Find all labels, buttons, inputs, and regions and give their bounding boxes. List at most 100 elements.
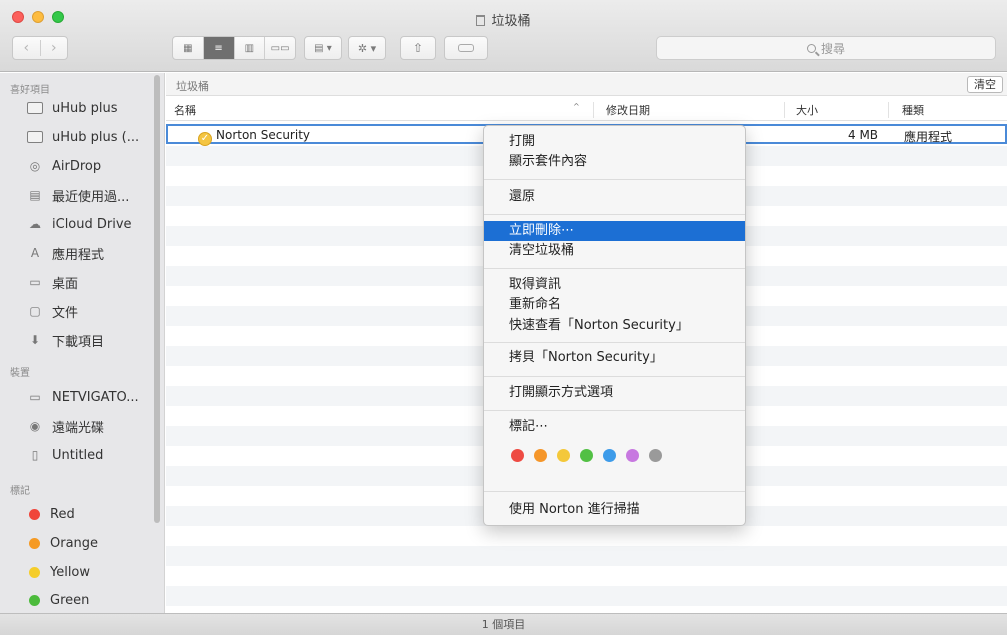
documents-icon: ▢	[29, 304, 41, 318]
drive-icon: ▯	[31, 448, 39, 462]
menu-item-rename[interactable]: 重新命名	[484, 295, 745, 315]
sidebar-item-label: Untitled	[52, 447, 104, 463]
downloads-icon: ⬇	[29, 333, 41, 347]
column-header-size[interactable]: 大小	[796, 102, 818, 118]
menu-separator	[484, 179, 745, 180]
column-header-modified[interactable]: 修改日期	[606, 102, 650, 118]
table-row	[166, 586, 1007, 606]
gray-tag-dot[interactable]	[649, 449, 662, 462]
menu-item-copy[interactable]: 拷貝「Norton Security」	[484, 348, 745, 368]
sidebar-item-label: 應用程式	[52, 247, 105, 263]
menu-item-open[interactable]: 打開	[484, 132, 745, 152]
recents-icon: ▤	[29, 188, 41, 202]
toolbar: 垃圾桶 ‹ › ▦ ≡ ▥ ▭▭ ▤ ▾ ✲ ▾ ⇧ 搜尋	[0, 0, 1007, 72]
disc-icon: ◉	[29, 419, 41, 433]
tag-button[interactable]	[444, 36, 488, 60]
sidebar-item-airdrop[interactable]: ◎ AirDrop	[26, 155, 154, 177]
sidebar-item-tag-orange[interactable]: Orange	[26, 532, 154, 554]
sidebar-item-label: 最近使用過...	[52, 189, 130, 205]
sidebar-item-label: NETVIGATO...	[52, 389, 139, 405]
sidebar: 喜好項目 uHub plus uHub plus (... ◎ AirDrop …	[0, 73, 165, 613]
sidebar-item-label: uHub plus (...	[52, 129, 140, 145]
sidebar-item-desktop[interactable]: ▭ 桌面	[26, 271, 154, 293]
gallery-view-button[interactable]: ▭▭	[264, 37, 295, 59]
tag-icon	[458, 44, 474, 52]
menu-item-delete-immediately[interactable]: 立即刪除⋯	[484, 221, 745, 241]
cloud-icon: ☁	[29, 217, 41, 231]
sidebar-scrollbar[interactable]	[154, 75, 160, 523]
menu-item-get-info[interactable]: 取得資訊	[484, 275, 745, 295]
menu-separator	[484, 376, 745, 377]
column-header-name[interactable]: 名稱	[174, 102, 196, 118]
sidebar-item-netvigator[interactable]: ▭ NETVIGATO...	[26, 386, 154, 408]
column-divider[interactable]	[888, 102, 889, 118]
sidebar-item-label: Yellow	[50, 564, 91, 580]
window-title: 垃圾桶	[0, 10, 1007, 29]
sidebar-item-label: iCloud Drive	[52, 216, 132, 232]
path-bar: 垃圾桶 清空	[166, 73, 1007, 96]
menu-separator	[484, 342, 745, 343]
blue-tag-dot[interactable]	[603, 449, 616, 462]
sidebar-item-icloud-drive[interactable]: ☁ iCloud Drive	[26, 213, 154, 235]
sidebar-item-downloads[interactable]: ⬇ 下載項目	[26, 329, 154, 351]
yellow-tag-dot[interactable]	[557, 449, 570, 462]
menu-item-show-view-options[interactable]: 打開顯示方式選項	[484, 383, 745, 403]
folder-icon	[26, 101, 44, 115]
menu-tag-colors	[511, 449, 672, 462]
finder-window: 垃圾桶 ‹ › ▦ ≡ ▥ ▭▭ ▤ ▾ ✲ ▾ ⇧ 搜尋 喜好項目 uHub …	[0, 0, 1007, 635]
sidebar-item-tag-red[interactable]: Red	[26, 503, 154, 525]
empty-trash-button[interactable]: 清空	[967, 76, 1003, 93]
green-tag-dot[interactable]	[580, 449, 593, 462]
column-divider[interactable]	[593, 102, 594, 118]
sidebar-item-label: 下載項目	[52, 334, 105, 350]
column-header-kind[interactable]: 種類	[902, 102, 924, 118]
menu-item-show-package-contents[interactable]: 顯示套件內容	[484, 152, 745, 172]
sidebar-item-untitled[interactable]: ▯ Untitled	[26, 444, 154, 466]
column-divider[interactable]	[784, 102, 785, 118]
file-name-cell: ✓ Norton Security	[198, 128, 310, 146]
share-button[interactable]: ⇧	[400, 36, 436, 60]
sidebar-item-recents[interactable]: ▤ 最近使用過...	[26, 184, 154, 206]
file-size: 4 MB	[848, 128, 879, 142]
sidebar-item-applications[interactable]: A 應用程式	[26, 242, 154, 264]
menu-item-empty-trash[interactable]: 清空垃圾桶	[484, 241, 745, 261]
desktop-icon: ▭	[29, 275, 41, 289]
orange-tag-dot[interactable]	[534, 449, 547, 462]
search-field[interactable]: 搜尋	[656, 36, 996, 60]
red-tag-dot[interactable]	[511, 449, 524, 462]
sidebar-item-uhub-plus[interactable]: uHub plus	[26, 97, 154, 119]
location-label: 垃圾桶	[176, 80, 209, 93]
sidebar-item-remote-disc[interactable]: ◉ 遠端光碟	[26, 415, 154, 437]
sidebar-item-label: Red	[50, 506, 75, 522]
red-tag-icon	[29, 508, 40, 520]
column-view-button[interactable]: ▥	[233, 37, 265, 59]
menu-item-put-back[interactable]: 還原	[484, 187, 745, 207]
back-forward-group: ‹ ›	[12, 36, 68, 60]
airdrop-icon: ◎	[29, 159, 41, 173]
forward-button[interactable]: ›	[39, 40, 68, 56]
back-button[interactable]: ‹	[13, 40, 40, 56]
sidebar-item-uhub-plus-2[interactable]: uHub plus (...	[26, 126, 154, 148]
search-placeholder: 搜尋	[820, 41, 845, 56]
action-gear-button[interactable]: ✲ ▾	[348, 36, 386, 60]
sidebar-item-tag-green[interactable]: Green	[26, 589, 154, 611]
green-tag-icon	[29, 594, 40, 606]
menu-separator	[484, 268, 745, 269]
folder-icon	[26, 130, 44, 144]
status-bar: 1 個項目	[0, 613, 1007, 635]
menu-item-scan-with-norton[interactable]: 使用 Norton 進行掃描	[484, 500, 745, 520]
purple-tag-dot[interactable]	[626, 449, 639, 462]
sidebar-item-tag-yellow[interactable]: Yellow	[26, 561, 154, 583]
menu-item-quick-look[interactable]: 快速查看「Norton Security」	[484, 316, 745, 336]
sidebar-item-label: uHub plus	[52, 100, 118, 116]
menu-item-tags[interactable]: 標記⋯	[484, 417, 745, 437]
sidebar-item-documents[interactable]: ▢ 文件	[26, 300, 154, 322]
sort-ascending-icon: ^	[573, 102, 580, 111]
file-kind: 應用程式	[904, 130, 953, 144]
icon-view-button[interactable]: ▦	[173, 37, 203, 59]
table-row	[166, 546, 1007, 566]
menu-separator	[484, 214, 745, 215]
arrange-button[interactable]: ▤ ▾	[304, 36, 342, 60]
yellow-tag-icon	[29, 566, 40, 578]
list-view-button[interactable]: ≡	[202, 37, 234, 59]
